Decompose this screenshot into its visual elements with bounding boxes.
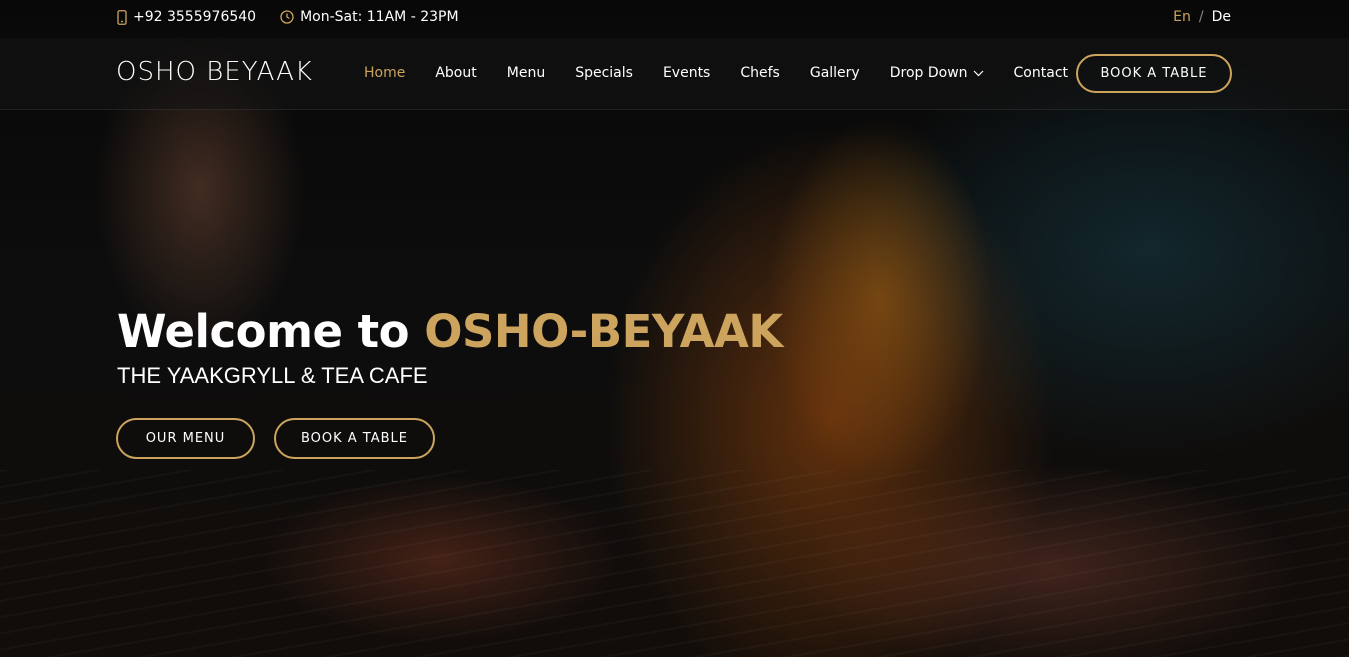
site-header: OSHO BEYAAK Home About Menu Specials Eve… xyxy=(0,38,1349,110)
hero-title: Welcome to OSHO-BEYAAK xyxy=(117,305,783,358)
nav-chefs[interactable]: Chefs xyxy=(740,65,779,81)
hero-title-brand: OSHO-BEYAAK xyxy=(424,305,783,358)
phone-item: +92 3555976540 xyxy=(117,9,256,25)
header-book-table-button[interactable]: BOOK A TABLE xyxy=(1076,54,1232,93)
nav-gallery[interactable]: Gallery xyxy=(810,65,860,81)
lang-en[interactable]: En xyxy=(1173,9,1191,25)
language-switcher: En / De xyxy=(1173,9,1231,25)
lang-de[interactable]: De xyxy=(1212,9,1231,25)
chevron-down-icon xyxy=(973,70,984,77)
hero-book-table-button[interactable]: BOOK A TABLE xyxy=(274,418,435,459)
nav-dropdown-label: Drop Down xyxy=(889,65,968,81)
clock-icon xyxy=(280,10,294,24)
top-bar: +92 3555976540 Mon-Sat: 11AM - 23PM En /… xyxy=(0,0,1349,37)
phone-number[interactable]: +92 3555976540 xyxy=(133,9,256,25)
hours-item: Mon-Sat: 11AM - 23PM xyxy=(280,9,459,25)
nav-home[interactable]: Home xyxy=(364,65,405,81)
nav-specials[interactable]: Specials xyxy=(575,65,633,81)
hero-title-prefix: Welcome to xyxy=(117,305,425,358)
our-menu-button[interactable]: OUR MENU xyxy=(116,418,255,459)
hero-subtitle: THE YAAKGRYLL & TEA CAFE xyxy=(117,363,428,388)
opening-hours: Mon-Sat: 11AM - 23PM xyxy=(300,9,459,25)
nav-contact[interactable]: Contact xyxy=(1014,65,1068,81)
nav-events[interactable]: Events xyxy=(663,65,710,81)
main-nav: Home About Menu Specials Events Chefs Ga… xyxy=(364,65,1068,81)
lang-separator: / xyxy=(1198,9,1204,25)
nav-about[interactable]: About xyxy=(435,65,476,81)
site-logo[interactable]: OSHO BEYAAK xyxy=(116,57,313,87)
nav-dropdown[interactable]: Drop Down xyxy=(890,65,984,81)
contact-info: +92 3555976540 Mon-Sat: 11AM - 23PM xyxy=(117,9,483,25)
nav-menu[interactable]: Menu xyxy=(507,65,545,81)
phone-icon xyxy=(117,9,127,25)
